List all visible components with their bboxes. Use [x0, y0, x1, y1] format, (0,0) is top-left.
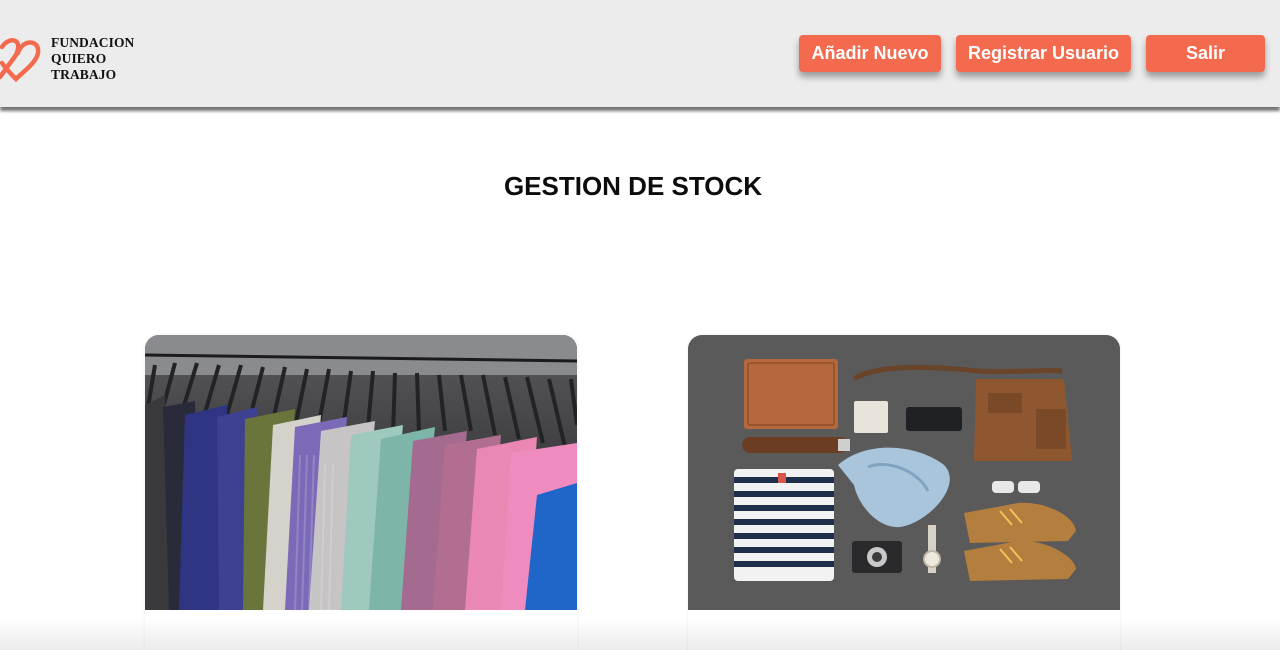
register-user-button[interactable]: Registrar Usuario	[956, 35, 1131, 72]
logo-text: FUNDACION QUIERO TRABAJO	[51, 35, 134, 83]
card-body	[145, 610, 577, 650]
logo-line-2: QUIERO	[51, 51, 107, 66]
card-body	[688, 610, 1120, 650]
accessories-flatlay-photo	[688, 335, 1120, 610]
heart-logo-icon	[0, 38, 41, 83]
logout-button[interactable]: Salir	[1146, 35, 1265, 72]
stock-card-clothing[interactable]	[145, 335, 577, 650]
clothing-rack-photo	[145, 335, 577, 610]
add-new-button[interactable]: Añadir Nuevo	[799, 35, 941, 72]
page-title: GESTION DE STOCK	[503, 171, 763, 201]
logo-line-1: FUNDACION	[51, 35, 135, 50]
top-navbar: FUNDACION QUIERO TRABAJO Añadir Nuevo Re…	[0, 0, 1280, 107]
logo-line-3: TRABAJO	[51, 67, 117, 82]
foundation-logo[interactable]: FUNDACION QUIERO TRABAJO	[0, 33, 160, 85]
stock-card-accessories[interactable]	[688, 335, 1120, 650]
